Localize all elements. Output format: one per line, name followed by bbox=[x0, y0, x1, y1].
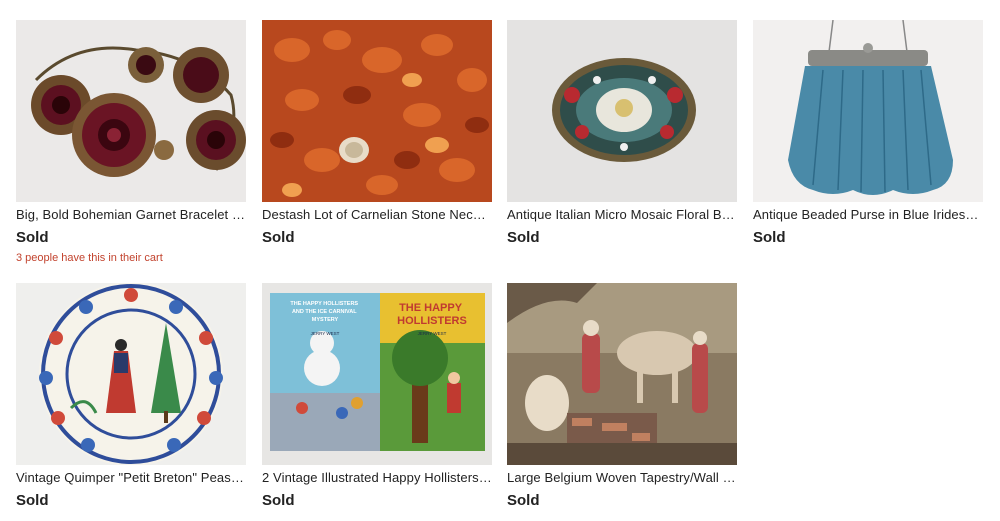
woven-tapestry-image bbox=[507, 283, 737, 465]
listing-image[interactable]: THE HAPPY HOLLISTERS AND THE ICE CARNIVA… bbox=[262, 283, 492, 465]
listing-grid: Big, Bold Bohemian Garnet Bracelet with … bbox=[0, 0, 1000, 521]
micro-mosaic-brooch-image bbox=[507, 20, 737, 202]
quimper-plate-image bbox=[16, 283, 246, 465]
listing-status: Sold bbox=[262, 229, 295, 246]
listing-title[interactable]: Vintage Quimper "Petit Breton" Peasant P… bbox=[16, 470, 246, 486]
listing-image[interactable] bbox=[507, 20, 737, 202]
listing-card[interactable]: Vintage Quimper "Petit Breton" Peasant P… bbox=[16, 283, 246, 510]
listing-status: Sold bbox=[753, 229, 786, 246]
cart-count-note: 3 people have this in their cart bbox=[16, 252, 163, 264]
listing-image[interactable] bbox=[262, 20, 492, 202]
listing-title[interactable]: Destash Lot of Carnelian Stone Necklaces bbox=[262, 207, 492, 223]
garnet-bracelet-image bbox=[16, 20, 246, 202]
listing-title[interactable]: 2 Vintage Illustrated Happy Hollisters B… bbox=[262, 470, 492, 486]
listing-title[interactable]: Big, Bold Bohemian Garnet Bracelet with … bbox=[16, 207, 246, 223]
book-left-author: JERRY WEST bbox=[311, 331, 340, 336]
listing-title[interactable]: Antique Beaded Purse in Blue Iridescent … bbox=[753, 207, 983, 223]
listing-title[interactable]: Large Belgium Woven Tapestry/Wall Hangin… bbox=[507, 470, 737, 486]
listing-status: Sold bbox=[507, 492, 540, 509]
listing-card[interactable]: Large Belgium Woven Tapestry/Wall Hangin… bbox=[507, 283, 737, 510]
listing-card[interactable]: Antique Italian Micro Mosaic Floral Broo… bbox=[507, 20, 737, 247]
carnelian-necklace-image bbox=[262, 20, 492, 202]
happy-hollisters-books-image: THE HAPPY HOLLISTERS AND THE ICE CARNIVA… bbox=[262, 283, 492, 465]
listing-card[interactable]: Antique Beaded Purse in Blue Iridescent … bbox=[753, 20, 983, 247]
listing-status: Sold bbox=[16, 492, 49, 509]
listing-image[interactable] bbox=[16, 283, 246, 465]
listing-image[interactable] bbox=[753, 20, 983, 202]
book-right-author: JERRY WEST bbox=[418, 331, 447, 336]
beaded-purse-image bbox=[753, 20, 983, 202]
listing-image[interactable] bbox=[507, 283, 737, 465]
book-right-title: THE HAPPY HOLLISTERS bbox=[397, 302, 467, 327]
listing-image[interactable] bbox=[16, 20, 246, 202]
listing-status: Sold bbox=[16, 229, 49, 246]
listing-card[interactable]: Destash Lot of Carnelian Stone Necklaces… bbox=[262, 20, 492, 247]
listing-card[interactable]: Big, Bold Bohemian Garnet Bracelet with … bbox=[16, 20, 246, 265]
listing-status: Sold bbox=[507, 229, 540, 246]
listing-status: Sold bbox=[262, 492, 295, 509]
listing-title[interactable]: Antique Italian Micro Mosaic Floral Broo… bbox=[507, 207, 737, 223]
listing-card[interactable]: THE HAPPY HOLLISTERS AND THE ICE CARNIVA… bbox=[262, 283, 492, 510]
